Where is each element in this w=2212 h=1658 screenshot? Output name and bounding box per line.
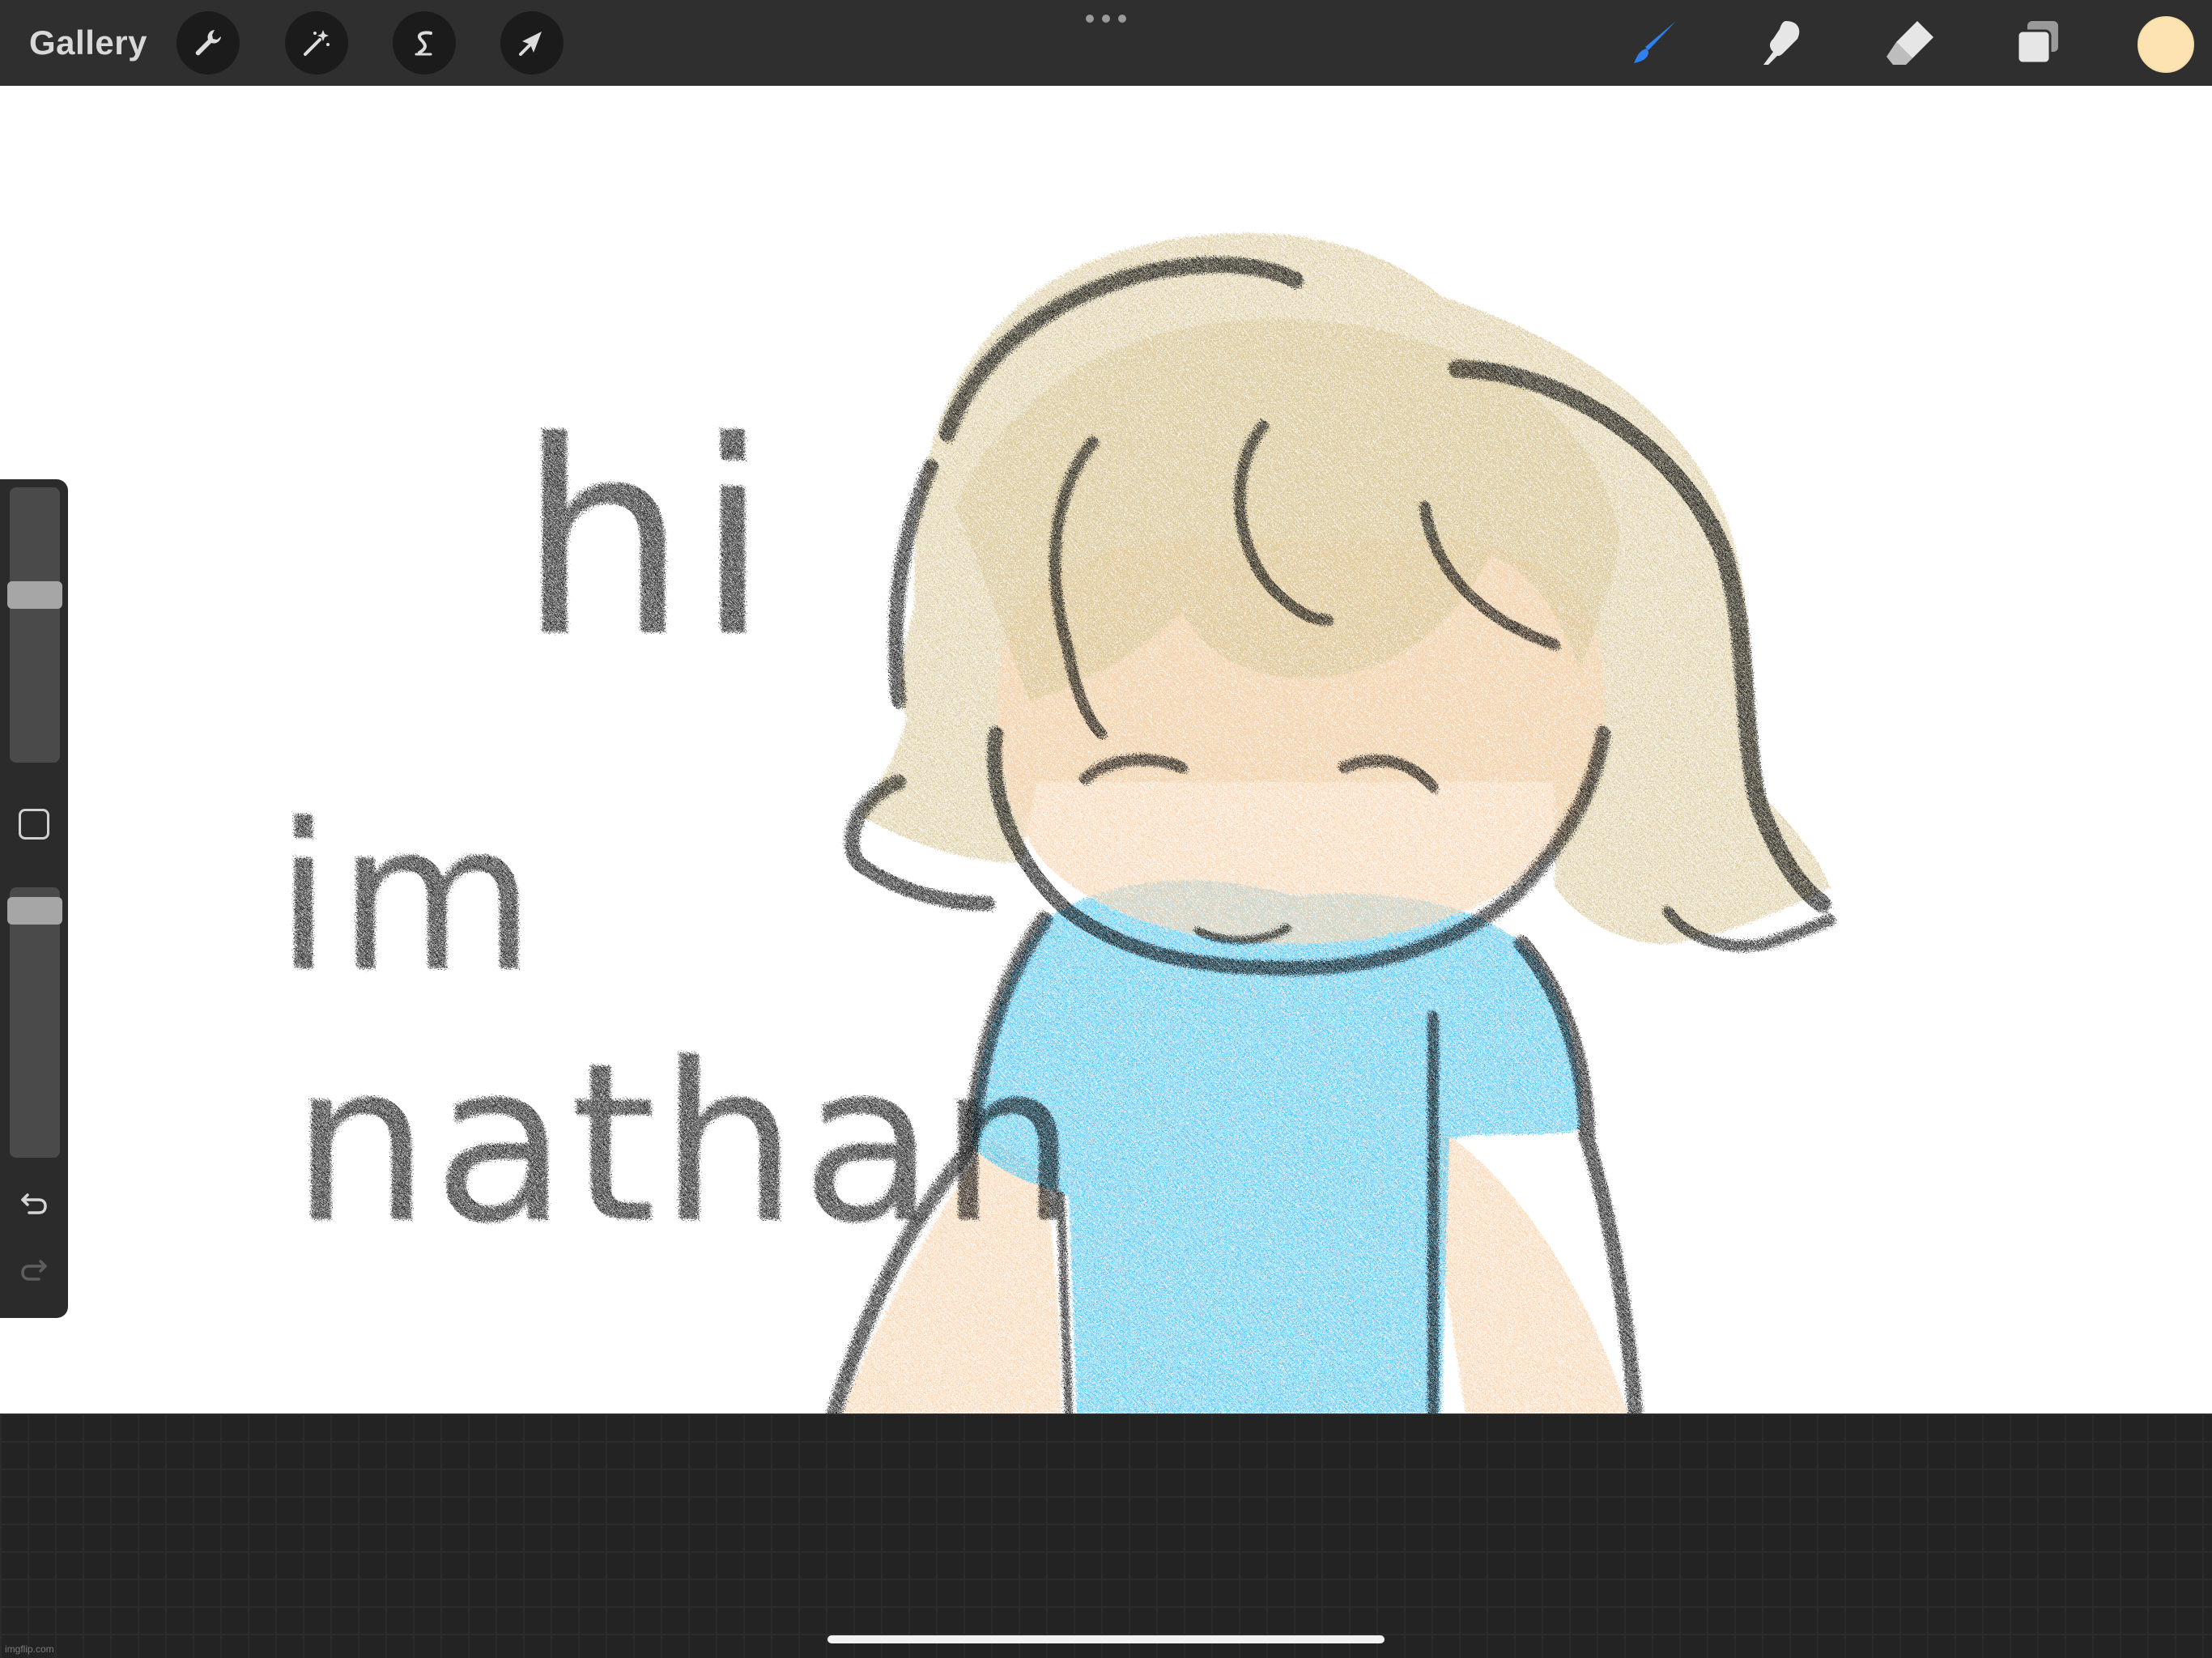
eraser-icon <box>1887 21 1933 65</box>
canvas-text-hi: hi <box>518 385 778 695</box>
canvas-background-grid <box>0 1414 2212 1658</box>
home-indicator[interactable] <box>827 1635 1385 1643</box>
actions-button[interactable] <box>177 11 240 74</box>
undo-icon <box>21 1193 47 1214</box>
magic-wand-icon <box>304 30 330 56</box>
dot-icon <box>1086 15 1094 23</box>
modifier-button[interactable] <box>16 806 52 842</box>
color-picker-button[interactable] <box>2138 16 2194 73</box>
transform-button[interactable] <box>500 11 564 74</box>
top-toolbar: Gallery <box>0 0 2212 86</box>
drawing-canvas[interactable]: hi im nathan <box>0 86 2212 1414</box>
selection-s-icon <box>415 31 432 56</box>
brush-opacity-thumb[interactable] <box>7 897 62 925</box>
layers-icon <box>2016 21 2058 65</box>
brush-size-slider[interactable] <box>7 487 62 763</box>
dot-icon <box>1118 15 1126 23</box>
smudge-tool-button[interactable] <box>1754 13 1814 73</box>
brush-size-thumb[interactable] <box>7 581 62 609</box>
gallery-button[interactable]: Gallery <box>29 21 147 65</box>
canvas-text-im: im <box>275 780 542 1016</box>
wrench-icon <box>195 30 221 56</box>
brush-opacity-slider[interactable] <box>7 887 62 1158</box>
redo-icon <box>21 1260 47 1281</box>
redo-button[interactable] <box>15 1250 53 1289</box>
brush-icon <box>1634 21 1676 63</box>
brush-tool-button[interactable] <box>1626 13 1686 73</box>
adjustments-button[interactable] <box>285 11 348 74</box>
canvas-text-nathan: nathan <box>291 1016 1080 1271</box>
transform-arrow-icon <box>519 32 542 56</box>
layers-button[interactable] <box>2008 13 2068 73</box>
dot-icon <box>1102 15 1110 23</box>
more-options-button[interactable] <box>1086 11 1126 26</box>
drawing-artwork: hi im nathan <box>275 233 1836 1414</box>
modifier-square-icon <box>19 809 49 840</box>
watermark-text: imgflip.com <box>5 1643 54 1655</box>
selection-button[interactable] <box>393 11 456 74</box>
undo-button[interactable] <box>15 1184 53 1222</box>
smudge-icon <box>1763 21 1800 65</box>
left-sidebar <box>0 479 68 1318</box>
eraser-tool-button[interactable] <box>1880 13 1940 73</box>
